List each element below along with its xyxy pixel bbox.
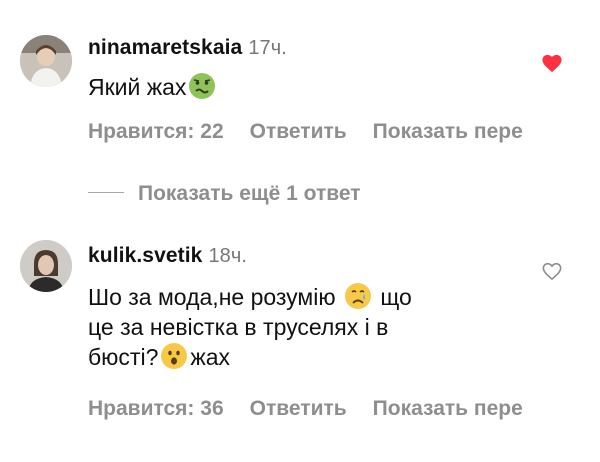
- show-more-replies-label[interactable]: Показать ещё 1 ответ: [138, 182, 361, 205]
- heart-outline-icon[interactable]: [541, 261, 563, 281]
- comment-text-part: Який жах: [88, 74, 187, 100]
- username-text[interactable]: ninamaretskaia: [88, 36, 242, 59]
- reply-button[interactable]: Ответить: [250, 397, 347, 420]
- username-text[interactable]: kulik.svetik: [88, 244, 202, 267]
- comment-text-part: це за невістка в труселях і в: [88, 314, 389, 340]
- comment-text-line: бюсті? жах: [88, 342, 412, 372]
- comment-time: 17ч.: [248, 37, 287, 59]
- translate-button[interactable]: Показать пере: [373, 397, 523, 420]
- show-more-replies-button[interactable]: Показать ещё 1 ответ: [88, 182, 361, 206]
- avatar[interactable]: [20, 35, 72, 87]
- comment-actions: Нравится: 22 Ответить Показать пере: [88, 120, 549, 144]
- comment-text-part: жах: [190, 344, 231, 370]
- astonished-face-icon: [161, 343, 188, 369]
- crying-face-icon: [345, 283, 371, 309]
- comment-text-line: Шо за мода,не розумію що: [88, 282, 412, 312]
- comment-actions: Нравится: 36 Ответить Показать пере: [88, 397, 549, 421]
- comment-username[interactable]: kulik.svetik 18ч.: [88, 244, 247, 268]
- comment-text: Який жах: [88, 72, 218, 102]
- comment-time: 18ч.: [208, 245, 248, 267]
- translate-button[interactable]: Показать пере: [373, 120, 523, 143]
- comment-text: Шо за мода,не розумію що це за невістка …: [88, 282, 412, 372]
- comment-text-part: бюсті?: [88, 344, 159, 370]
- avatar[interactable]: [20, 240, 72, 292]
- comment-text-part: Шо за мода,не розумію: [88, 284, 336, 310]
- comment-username[interactable]: ninamaretskaia 17ч.: [88, 36, 287, 60]
- reply-button[interactable]: Ответить: [250, 120, 347, 143]
- likes-count[interactable]: Нравится: 22: [88, 120, 224, 143]
- comment-text-part: що: [380, 284, 412, 310]
- divider-line: [88, 192, 124, 193]
- comment-text-line: це за невістка в труселях і в: [88, 312, 412, 342]
- nauseated-face-icon: [189, 73, 216, 99]
- likes-count[interactable]: Нравится: 36: [88, 397, 224, 420]
- heart-icon[interactable]: [541, 53, 563, 73]
